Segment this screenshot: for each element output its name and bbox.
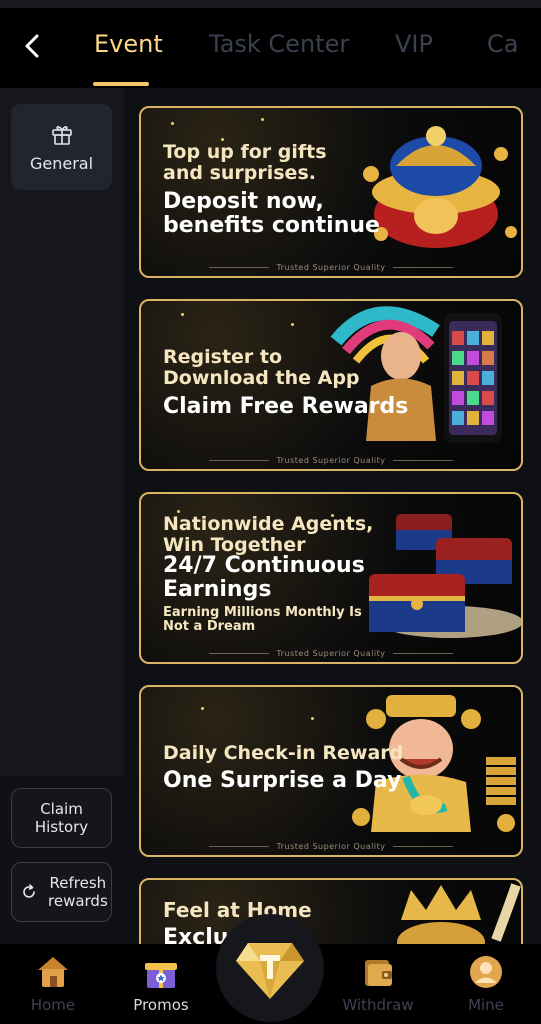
banner-daily-checkin[interactable]: Daily Check-in Reward One Surprise a Day… — [139, 685, 523, 857]
sidebar-item-label: General — [29, 153, 94, 173]
gift-icon — [51, 125, 72, 145]
nav-mine-label: Mine — [468, 996, 504, 1014]
user-avatar-icon — [470, 956, 502, 988]
promos-gift-icon — [145, 963, 177, 988]
banner-footer-text: Trusted Superior Quality — [276, 262, 386, 272]
nav-withdraw-label: Withdraw — [342, 996, 414, 1014]
nav-withdraw[interactable]: Withdraw — [335, 954, 421, 1020]
refresh-rewards-button[interactable]: Refresh rewards — [11, 862, 112, 922]
back-button[interactable] — [14, 28, 50, 64]
bottom-navigation: Home Promos Withdraw Mine — [0, 914, 541, 1024]
banner-caption: Earning Millions Monthly Is Not a Dream — [163, 605, 362, 634]
banner-deposit[interactable]: Top up for gifts and surprises. Deposit … — [139, 106, 523, 278]
banner-footer-text: Trusted Superior Quality — [276, 841, 386, 851]
banner-footer-text: Trusted Superior Quality — [276, 455, 386, 465]
refresh-icon — [23, 884, 35, 898]
center-diamond-button[interactable] — [216, 914, 324, 1022]
active-tab-indicator — [93, 82, 149, 86]
banner-download-app[interactable]: Register to Download the App Claim Free … — [139, 299, 523, 471]
nav-promos-label: Promos — [133, 996, 189, 1014]
banner-subtitle: One Surprise a Day — [163, 768, 402, 793]
wallet-icon — [365, 960, 392, 986]
tab-ca[interactable]: Ca — [487, 30, 518, 58]
tab-vip[interactable]: VIP — [395, 30, 433, 58]
banner-footer: Trusted Superior Quality — [141, 837, 521, 855]
banner-title: Daily Check-in Reward — [163, 742, 404, 764]
top-bar: Event Task Center VIP Ca — [0, 0, 541, 88]
banner-subtitle: Claim Free Rewards — [163, 394, 409, 419]
claim-history-button[interactable]: Claim History — [11, 788, 112, 848]
nav-home[interactable]: Home — [10, 954, 96, 1020]
nav-home-label: Home — [30, 996, 76, 1014]
sidebar-actions: Claim History Refresh rewards — [0, 776, 124, 944]
status-strip — [0, 0, 541, 8]
home-icon — [38, 957, 68, 987]
claim-history-label: Claim History — [34, 800, 89, 836]
tab-event[interactable]: Event — [94, 30, 163, 58]
crown-medal-image — [397, 883, 521, 944]
nav-promos[interactable]: Promos — [118, 954, 204, 1020]
banner-agents[interactable]: Nationwide Agents, Win Together 24/7 Con… — [139, 492, 523, 664]
banner-footer-text: Trusted Superior Quality — [276, 648, 386, 658]
banner-subtitle: Deposit now, benefits continue — [163, 189, 380, 238]
banner-subtitle: 24/7 Continuous Earnings — [163, 553, 365, 602]
banner-vip-gift[interactable]: Feel at Home Exclu P Gift — [139, 878, 523, 944]
banner-footer: Trusted Superior Quality — [141, 258, 521, 276]
event-list: Top up for gifts and surprises. Deposit … — [124, 88, 541, 944]
nav-mine[interactable]: Mine — [443, 954, 529, 1020]
chevron-left-icon — [25, 34, 39, 58]
banner-footer: Trusted Superior Quality — [141, 451, 521, 469]
banner-title: Top up for gifts and surprises. — [163, 141, 327, 184]
tab-task-center[interactable]: Task Center — [209, 30, 349, 58]
diamond-logo-icon — [236, 943, 304, 999]
banner-title: Register to Download the App — [163, 346, 360, 389]
refresh-rewards-label: Refresh rewards — [48, 874, 108, 910]
banner-footer: Trusted Superior Quality — [141, 644, 521, 662]
sidebar-item-general[interactable]: General — [11, 104, 112, 190]
banner-title: Nationwide Agents, Win Together — [163, 513, 374, 556]
category-sidebar: General Claim History Refresh rewards — [0, 88, 124, 944]
